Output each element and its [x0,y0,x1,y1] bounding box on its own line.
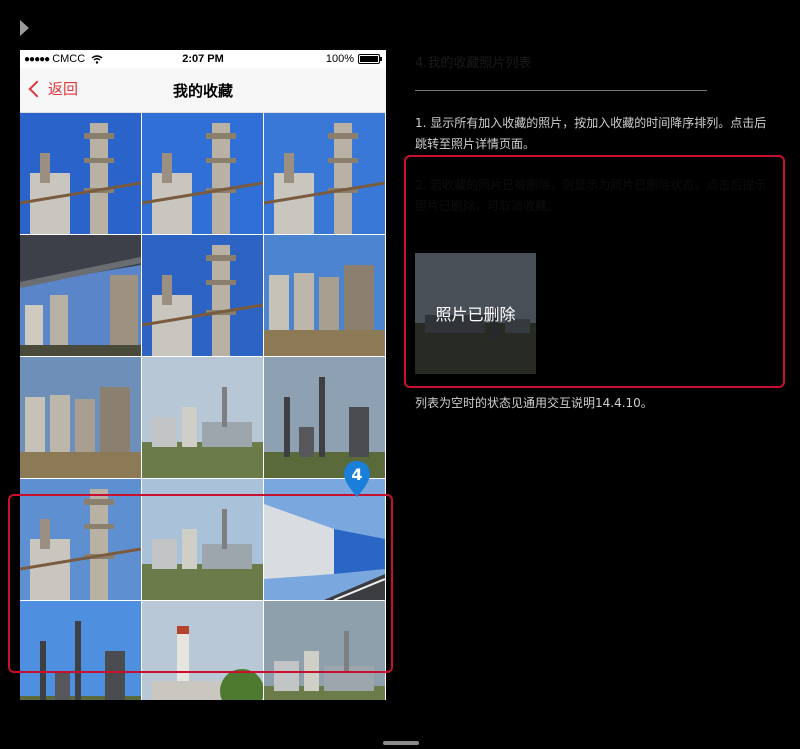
highlight-box-deleted [404,155,785,388]
highlight-box-photos [8,494,393,673]
photo-image [20,357,141,478]
photo-image [142,113,263,234]
photo-tile[interactable] [20,357,141,478]
photo-image [20,113,141,234]
battery-percent: 100% [325,53,354,65]
home-indicator [383,741,419,745]
divider [415,90,707,91]
status-bar: ●●●●● CMCC 2:07 PM 100% [20,50,386,68]
notes-description: 1. 显示所有加入收藏的照片，按加入收藏的时间降序排列。点击后跳转至照片详情页面… [415,116,767,151]
annotation-marker[interactable]: 4 [343,460,371,498]
notes-heading: 4.我的收藏照片列表 [415,56,532,71]
annotation-marker-number: 4 [351,465,363,484]
photo-tile[interactable] [264,235,385,356]
photo-tile[interactable] [142,113,263,234]
photo-tile[interactable] [264,113,385,234]
photo-image [264,235,385,356]
photo-tile[interactable] [142,235,263,356]
photo-tile[interactable] [20,113,141,234]
play-icon[interactable] [20,20,29,36]
photo-image [142,357,263,478]
page-title: 我的收藏 [172,82,233,100]
photo-tile[interactable] [20,235,141,356]
nav-bar: 返回 我的收藏 [20,68,386,113]
empty-state-note: 列表为空时的状态见通用交互说明14.4.10。 [415,396,653,410]
photo-image [20,235,141,356]
photo-image [264,113,385,234]
photo-tile[interactable] [142,357,263,478]
battery-icon [358,54,382,64]
photo-image [142,235,263,356]
